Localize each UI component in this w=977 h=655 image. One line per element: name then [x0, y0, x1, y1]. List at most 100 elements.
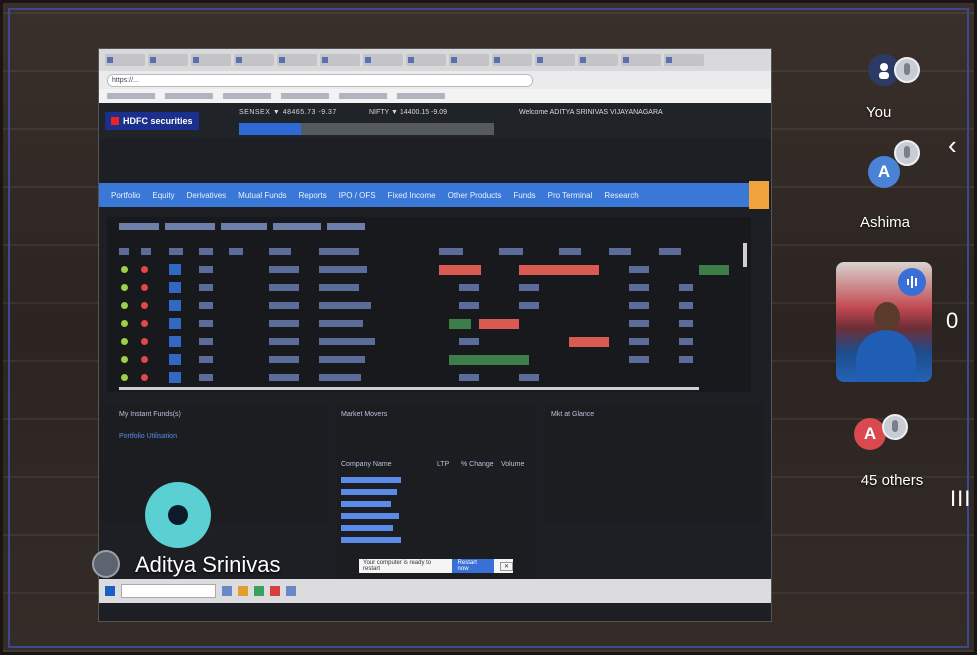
- table-row[interactable]: [119, 299, 739, 313]
- instant-funds-panel: My Instant Funds(s) Portfolio Utilisatio…: [99, 403, 329, 523]
- browser-tab[interactable]: [664, 54, 704, 66]
- browser-tab[interactable]: [277, 54, 317, 66]
- browser-tab[interactable]: [578, 54, 618, 66]
- watchlist-h-scrollbar[interactable]: [119, 387, 699, 390]
- nav-item[interactable]: Derivatives: [187, 191, 227, 200]
- mic-off-icon: [882, 414, 908, 440]
- table-row[interactable]: [119, 317, 739, 331]
- taskbar-search[interactable]: [121, 584, 216, 598]
- browser-tab[interactable]: [105, 54, 145, 66]
- market-movers-panel: Market Movers Company Name LTP % Change …: [337, 403, 537, 583]
- more-options-icon[interactable]: III: [950, 486, 971, 512]
- bookmarks-bar: [99, 89, 771, 103]
- browser-tab[interactable]: [320, 54, 360, 66]
- browser-tab[interactable]: [406, 54, 446, 66]
- taskbar-app-icon[interactable]: [222, 586, 232, 596]
- browser-tab[interactable]: [191, 54, 231, 66]
- table-row[interactable]: [119, 371, 739, 385]
- watchlist-select[interactable]: [119, 223, 159, 230]
- site-nav: Portfolio Equity Derivatives Mutual Fund…: [99, 183, 749, 207]
- panel-link[interactable]: Portfolio Utilisation: [119, 433, 177, 440]
- taskbar-app-icon[interactable]: [286, 586, 296, 596]
- toast-text: Your computer is ready to restart: [363, 560, 432, 572]
- mic-off-icon: [894, 57, 920, 83]
- nav-item[interactable]: Other Products: [448, 191, 502, 200]
- panel-title: My Instant Funds(s): [119, 411, 181, 418]
- column-header: LTP: [437, 461, 450, 468]
- presenter-avatar: [145, 482, 211, 548]
- column-header: Volume: [501, 461, 525, 468]
- bookmark[interactable]: [107, 93, 155, 99]
- nav-item[interactable]: Mutual Funds: [238, 191, 286, 200]
- nav-badge[interactable]: [749, 181, 769, 209]
- browser-tab[interactable]: [234, 54, 274, 66]
- start-icon[interactable]: [105, 586, 115, 596]
- participant-label: 45 others: [860, 472, 924, 489]
- participant-label: You: [866, 104, 892, 121]
- nav-item[interactable]: Pro Terminal: [548, 191, 593, 200]
- browser-tab[interactable]: [449, 54, 489, 66]
- restart-now-button[interactable]: Restart now: [451, 559, 494, 573]
- avatar: A: [854, 418, 886, 450]
- browser-tab-strip: [99, 49, 771, 71]
- nav-item[interactable]: Fixed Income: [388, 191, 436, 200]
- side-control[interactable]: 0: [946, 308, 958, 334]
- ticker-sensex: SENSEX ▼ 48465.73 -9.37: [239, 109, 337, 116]
- browser-address-bar: https://...: [99, 71, 771, 89]
- watchlist-tab[interactable]: [221, 223, 267, 230]
- restart-toast: Your computer is ready to restart Restar…: [359, 559, 513, 573]
- site-header: HDFC securities SENSEX ▼ 48465.73 -9.37 …: [99, 103, 771, 139]
- segment-select[interactable]: [239, 123, 301, 135]
- bookmark[interactable]: [397, 93, 445, 99]
- presenter-mic-off-icon: [92, 550, 120, 578]
- watchlist-tab[interactable]: [165, 223, 215, 230]
- nav-item[interactable]: Equity: [152, 191, 174, 200]
- welcome-text: Welcome ADITYA SRINIVAS VIJAYANAGARA: [519, 109, 663, 116]
- column-header: Company Name: [341, 461, 392, 468]
- browser-tab[interactable]: [363, 54, 403, 66]
- bookmark[interactable]: [165, 93, 213, 99]
- table-row[interactable]: [119, 281, 739, 295]
- windows-taskbar: [99, 579, 771, 603]
- table-row[interactable]: [119, 335, 739, 349]
- table-row[interactable]: [119, 353, 739, 367]
- nav-item[interactable]: Research: [604, 191, 638, 200]
- site-logo[interactable]: HDFC securities: [105, 112, 199, 130]
- speaking-indicator-icon: [898, 268, 926, 296]
- bookmark[interactable]: [281, 93, 329, 99]
- panel-title: Mkt at Glance: [551, 411, 595, 418]
- browser-tab[interactable]: [148, 54, 188, 66]
- column-header: % Change: [461, 461, 494, 468]
- chrome-icon[interactable]: [270, 586, 280, 596]
- folder-icon[interactable]: [238, 586, 248, 596]
- browser-tab[interactable]: [621, 54, 661, 66]
- participant-you[interactable]: You: [860, 54, 940, 124]
- watchlist-header-row: [119, 245, 739, 259]
- panel-title: Market Movers: [341, 411, 388, 418]
- watchlist-panel: [107, 217, 751, 392]
- participant-ashima[interactable]: A Ashima: [860, 140, 940, 235]
- avatar: A: [868, 156, 900, 188]
- bookmark[interactable]: [223, 93, 271, 99]
- nav-item[interactable]: Funds: [513, 191, 535, 200]
- nav-item[interactable]: IPO / OFS: [339, 191, 376, 200]
- bookmark[interactable]: [339, 93, 387, 99]
- logo-text: HDFC securities: [123, 116, 193, 126]
- nav-item[interactable]: Reports: [299, 191, 327, 200]
- mic-off-icon: [894, 140, 920, 166]
- market-glance-panel: Mkt at Glance: [545, 403, 765, 523]
- browser-tab[interactable]: [535, 54, 575, 66]
- participant-others[interactable]: A 45 others: [850, 412, 930, 492]
- watchlist-tab[interactable]: [327, 223, 365, 230]
- url-input[interactable]: https://...: [107, 73, 533, 87]
- table-row[interactable]: [119, 263, 739, 277]
- collapse-panel-icon[interactable]: ‹: [948, 130, 957, 161]
- browser-tab[interactable]: [492, 54, 532, 66]
- participant-label: Ashima: [860, 214, 911, 231]
- toast-close-button[interactable]: ✕: [499, 561, 513, 571]
- watchlist-tab[interactable]: [273, 223, 321, 230]
- logo-mark-icon: [111, 117, 119, 125]
- watchlist-scrollbar[interactable]: [743, 243, 747, 267]
- taskbar-app-icon[interactable]: [254, 586, 264, 596]
- nav-item[interactable]: Portfolio: [111, 191, 140, 200]
